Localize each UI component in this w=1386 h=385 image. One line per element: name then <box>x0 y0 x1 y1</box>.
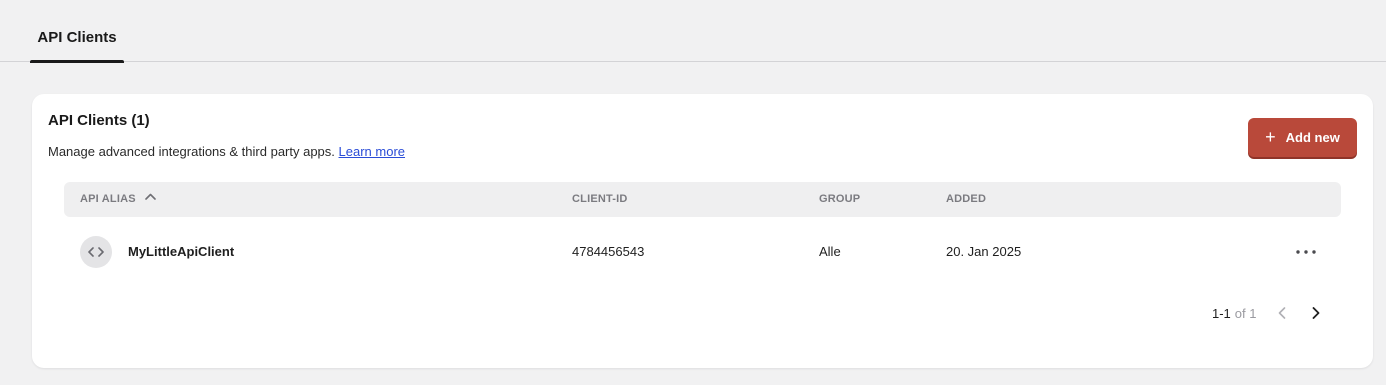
tab-label: API Clients <box>37 29 117 46</box>
more-options-icon[interactable] <box>1292 242 1320 262</box>
row-added: 20. Jan 2025 <box>946 244 1022 259</box>
card-title: API Clients (1) <box>48 112 150 129</box>
column-header-group[interactable]: GROUP <box>819 182 860 217</box>
table-row[interactable]: MyLittleApiClient 4784456543 Alle 20. Ja… <box>64 217 1341 287</box>
add-new-button[interactable]: + Add new <box>1248 118 1357 157</box>
add-new-label: Add new <box>1285 130 1340 145</box>
code-icon <box>80 236 112 268</box>
table-header: API ALIAS CLIENT-ID GROUP ADDED <box>64 182 1341 217</box>
card-description: Manage advanced integrations & third par… <box>48 144 405 159</box>
plus-icon: + <box>1265 127 1276 147</box>
column-label-group: GROUP <box>819 193 861 205</box>
active-tab-indicator <box>30 60 124 63</box>
column-header-added[interactable]: ADDED <box>946 182 986 217</box>
row-client-id: 4784456543 <box>572 244 645 259</box>
tab-api-clients[interactable]: API Clients <box>30 28 124 63</box>
pagination-total: of 1 <box>1234 305 1257 321</box>
column-label-added: ADDED <box>946 193 987 205</box>
column-label-client-id: CLIENT-ID <box>572 193 628 205</box>
next-page-chevron-right-icon[interactable] <box>1306 303 1326 323</box>
column-label-alias: API ALIAS <box>80 193 136 205</box>
row-group: Alle <box>819 244 841 259</box>
column-header-client-id[interactable]: CLIENT-ID <box>572 182 628 217</box>
pagination: 1-1 of 1 <box>1212 303 1326 323</box>
row-alias: MyLittleApiClient <box>128 244 235 259</box>
previous-page-chevron-left-icon[interactable] <box>1272 303 1292 323</box>
api-clients-card: API Clients (1) Manage advanced integrat… <box>32 94 1373 368</box>
column-header-alias[interactable]: API ALIAS <box>80 182 156 217</box>
tab-bar: API Clients <box>0 0 1386 63</box>
sort-ascending-icon <box>145 180 156 215</box>
learn-more-link[interactable]: Learn more <box>339 144 405 159</box>
description-text: Manage advanced integrations & third par… <box>48 144 335 159</box>
pagination-range: 1-1 <box>1212 305 1231 321</box>
